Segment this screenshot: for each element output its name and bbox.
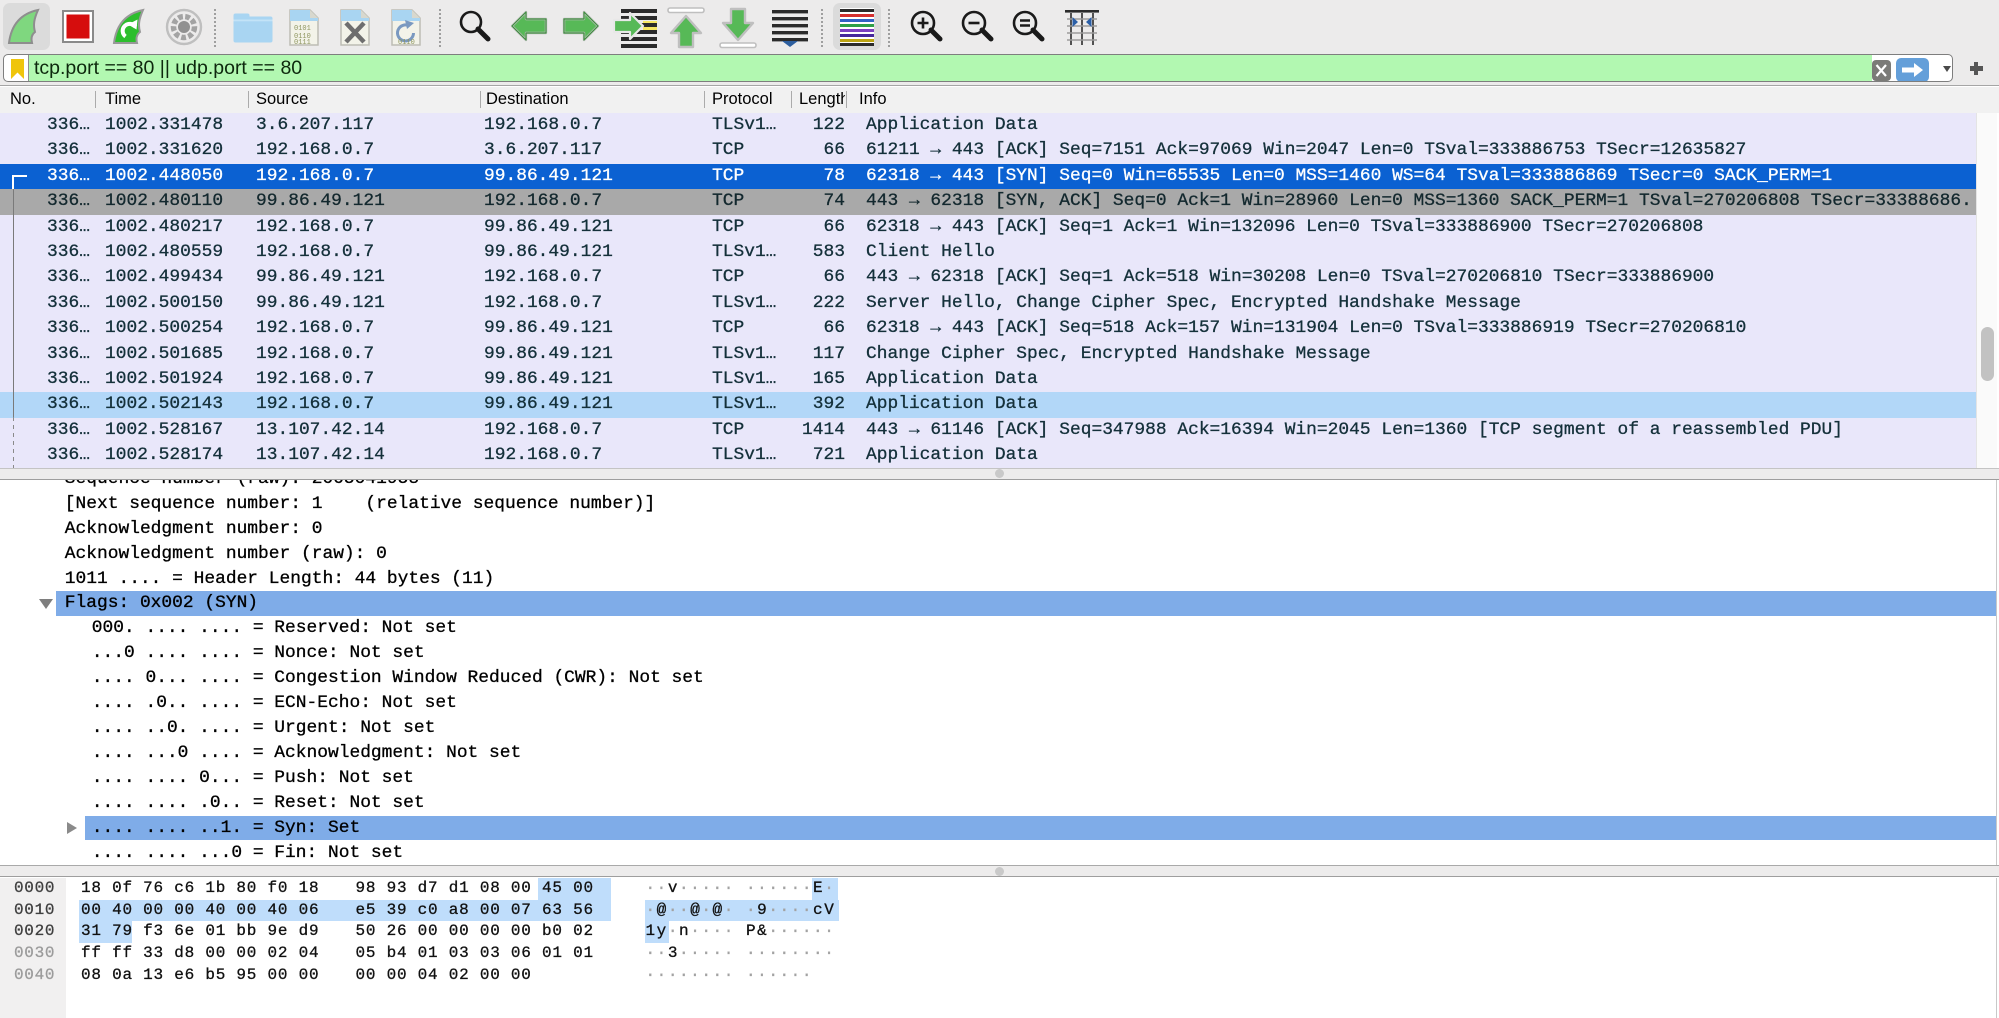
svg-text:0111: 0111 [294,39,311,46]
svg-text:0101: 0101 [294,25,311,33]
svg-text:0110: 0110 [398,39,415,46]
